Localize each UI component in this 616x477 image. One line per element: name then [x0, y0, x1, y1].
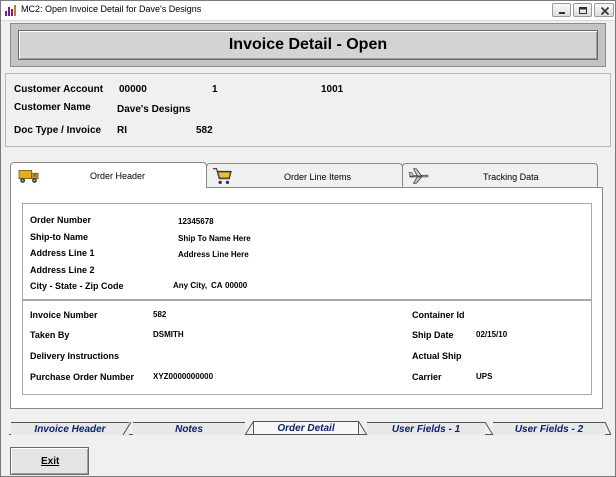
- ship-date-label: Ship Date: [412, 330, 454, 340]
- invoice-details-group: Invoice Number 582 Taken By DSMITH Deliv…: [22, 300, 592, 395]
- invoice-number-field: 582: [153, 310, 167, 319]
- close-icon: [600, 6, 610, 16]
- tab-order-line-items-label: Order Line Items: [284, 172, 352, 182]
- order-tab-area: Order Header Order Line Items Tracking D…: [5, 153, 611, 416]
- state-value: CA: [211, 281, 223, 290]
- taken-by-value: DSMITH: [153, 330, 184, 339]
- actual-ship-label: Actual Ship: [412, 351, 462, 361]
- doc-type-label: Doc Type / Invoice: [14, 125, 102, 136]
- tab-order-header[interactable]: Order Header: [10, 162, 207, 188]
- doc-type-value: RI: [117, 125, 127, 136]
- maximize-icon: [579, 7, 587, 14]
- ship-to-value: Ship To Name Here: [178, 234, 251, 243]
- close-button[interactable]: [594, 3, 614, 17]
- header-panel: Invoice Detail - Open: [18, 30, 598, 60]
- purchase-order-value: XYZ0000000000: [153, 372, 214, 381]
- address-line-2-label: Address Line 2: [30, 265, 95, 275]
- taken-by-label: Taken By: [30, 330, 70, 340]
- customer-account-value-3: 1001: [321, 84, 344, 95]
- invoice-number-value: 582: [196, 125, 213, 136]
- title-bar: MC2: Open Invoice Detail for Dave's Desi…: [1, 1, 615, 21]
- exit-button[interactable]: Exit: [10, 447, 89, 475]
- airplane-icon: [408, 168, 429, 184]
- city-state-zip-label: City - State - Zip Code: [30, 281, 124, 291]
- ship-date-value: 02/15/10: [476, 330, 508, 339]
- customer-name-value: Dave's Designs: [117, 104, 191, 115]
- page-title: Invoice Detail - Open: [228, 36, 388, 53]
- customer-panel: Customer Account 00000 1 1001 Customer N…: [5, 73, 611, 147]
- truck-icon: [18, 170, 39, 183]
- tab-order-line-items[interactable]: Order Line Items: [206, 163, 403, 187]
- tab-order-header-label: Order Header: [90, 171, 146, 181]
- container-id-label: Container Id: [412, 310, 465, 320]
- tab-dividers: [122, 421, 611, 436]
- header-band: Invoice Detail - Open: [10, 23, 606, 67]
- city-value: Any City,: [173, 281, 208, 290]
- order-number-label: Order Number: [30, 215, 92, 225]
- order-header-panel: Order Number 12345678 Ship-to Name Ship …: [10, 187, 603, 409]
- zip-value: 00000: [225, 281, 248, 290]
- exit-button-label: Exit: [41, 455, 60, 467]
- purchase-order-label: Purchase Order Number: [30, 372, 135, 382]
- customer-account-label: Customer Account: [14, 84, 104, 95]
- app-bar-chart-icon: [5, 5, 16, 16]
- customer-account-value-1: 00000: [119, 84, 147, 95]
- customer-name-label: Customer Name: [14, 102, 91, 113]
- minimize-icon: [559, 12, 565, 14]
- delivery-instructions-label: Delivery Instructions: [30, 351, 120, 361]
- bottom-tab-strip: Invoice Header Notes Order Detail User F…: [5, 419, 611, 438]
- carrier-label: Carrier: [412, 372, 442, 382]
- maximize-button[interactable]: [573, 3, 592, 17]
- ship-to-group: Order Number 12345678 Ship-to Name Ship …: [22, 203, 592, 300]
- main-window: MC2: Open Invoice Detail for Dave's Desi…: [0, 0, 616, 477]
- invoice-number-label: Invoice Number: [30, 310, 98, 320]
- customer-account-value-2: 1: [212, 84, 218, 95]
- tab-tracking-data-label: Tracking Data: [483, 172, 539, 182]
- tab-tracking-data[interactable]: Tracking Data: [402, 163, 598, 187]
- cart-icon: [212, 168, 232, 184]
- ship-to-label: Ship-to Name: [30, 232, 89, 242]
- minimize-button[interactable]: [552, 3, 571, 17]
- carrier-value: UPS: [476, 372, 493, 381]
- address-line-1-value: Address Line Here: [178, 250, 249, 259]
- address-line-1-label: Address Line 1: [30, 248, 95, 258]
- window-title: MC2: Open Invoice Detail for Dave's Desi…: [21, 4, 202, 14]
- order-number-value: 12345678: [178, 217, 214, 226]
